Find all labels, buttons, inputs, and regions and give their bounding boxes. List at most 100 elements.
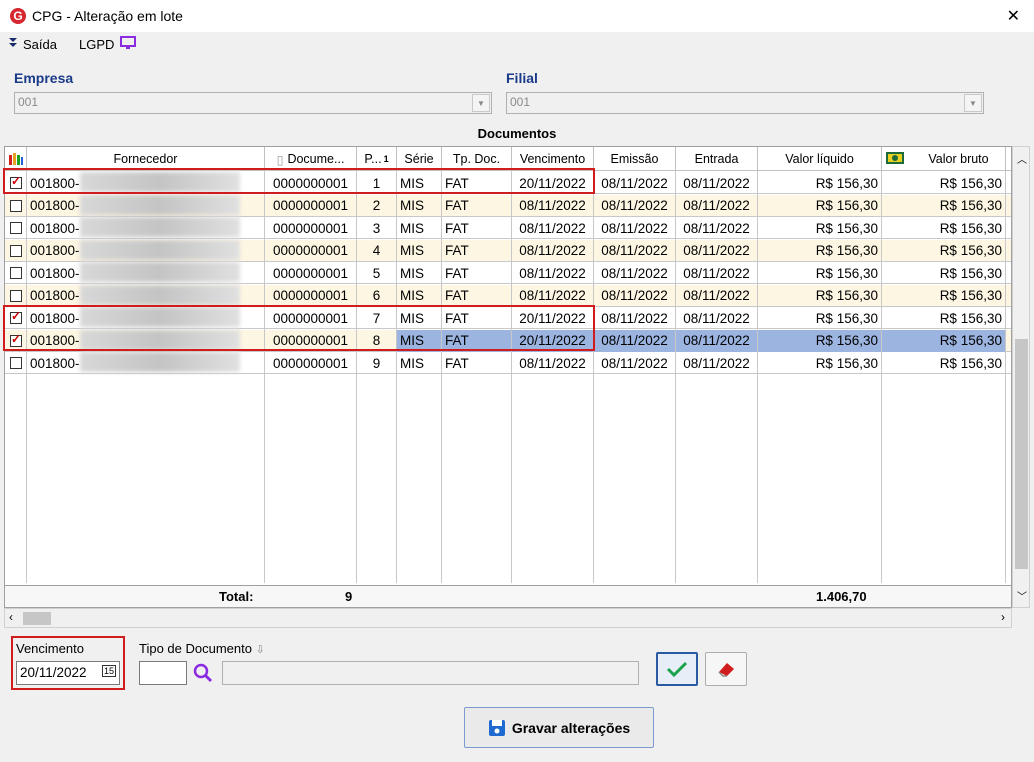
cell-documento[interactable]: 0000000001 (265, 239, 357, 262)
cell-emissao[interactable]: 08/11/2022 (594, 239, 676, 262)
row-checkbox[interactable] (10, 174, 22, 189)
row-checkbox[interactable] (10, 222, 22, 234)
col-serie[interactable]: Série (397, 147, 442, 171)
chevron-down-icon[interactable]: ▼ (472, 94, 490, 112)
cell-valor-liquido[interactable]: R$ 156,30 (758, 194, 882, 217)
cell-entrada[interactable]: 08/11/2022 (676, 194, 758, 217)
row-select-cell[interactable] (5, 262, 27, 284)
scroll-right-icon[interactable]: › (1001, 610, 1005, 624)
cell-valor-bruto[interactable]: R$ 156,30 (882, 194, 1006, 217)
cell-vencimento[interactable]: 08/11/2022 (512, 217, 594, 239)
row-checkbox[interactable] (10, 199, 22, 212)
row-checkbox[interactable] (10, 267, 22, 279)
scroll-down-icon[interactable]: ﹀ (1017, 588, 1027, 603)
cell-tipo[interactable]: FAT (442, 172, 512, 194)
table-row[interactable]: 001800- 0000000001 6 MIS FAT 08/11/2022 08/11/… (5, 284, 1011, 307)
cell-valor-bruto[interactable]: R$ 156,30 (882, 352, 1006, 374)
cell-emissao[interactable]: 08/11/2022 (594, 262, 676, 284)
col-fornecedor[interactable]: Fornecedor (27, 147, 265, 171)
cell-emissao[interactable]: 08/11/2022 (594, 194, 676, 217)
apply-button[interactable] (656, 652, 698, 686)
cell-valor-liquido[interactable]: R$ 156,30 (758, 262, 882, 284)
cell-serie[interactable]: MIS (397, 172, 442, 194)
cell-tipo[interactable]: FAT (442, 284, 512, 307)
row-select-cell[interactable] (5, 194, 27, 217)
cell-valor-bruto[interactable]: R$ 156,30 (882, 307, 1006, 329)
chevron-down-icon[interactable]: ▼ (964, 94, 982, 112)
cell-parcela[interactable]: 8 (357, 329, 397, 352)
cell-vencimento[interactable]: 08/11/2022 (512, 194, 594, 217)
cell-documento[interactable]: 0000000001 (265, 352, 357, 374)
col-valor-bruto[interactable]: Valor bruto (882, 147, 1006, 171)
cell-valor-liquido[interactable]: R$ 156,30 (758, 284, 882, 307)
col-tipo[interactable]: Tp. Doc. (442, 147, 512, 171)
cell-vencimento[interactable]: 20/11/2022 (512, 172, 594, 194)
cell-valor-liquido[interactable]: R$ 156,30 (758, 329, 882, 352)
cell-parcela[interactable]: 1 (357, 172, 397, 194)
cell-parcela[interactable]: 6 (357, 284, 397, 307)
cell-tipo[interactable]: FAT (442, 262, 512, 284)
vertical-scrollbar[interactable]: ︿ ﹀ (1012, 146, 1030, 608)
table-row[interactable]: 001800-00000000011MISFAT20/11/202208/11/… (5, 172, 1011, 194)
cell-parcela[interactable]: 9 (357, 352, 397, 374)
filial-combo[interactable]: 001 ▼ (506, 92, 984, 114)
cell-serie[interactable]: MIS (397, 217, 442, 239)
cell-entrada[interactable]: 08/11/2022 (676, 217, 758, 239)
cell-valor-liquido[interactable]: R$ 156,30 (758, 172, 882, 194)
close-button[interactable]: ✕ (1007, 6, 1020, 26)
row-checkbox[interactable] (10, 309, 22, 324)
cell-valor-bruto[interactable]: R$ 156,30 (882, 217, 1006, 239)
cell-documento[interactable]: 0000000001 (265, 307, 357, 329)
cell-entrada[interactable]: 08/11/2022 (676, 172, 758, 194)
table-row[interactable]: 001800-00000000018MISFAT20/11/202208/11/… (5, 329, 1011, 352)
cell-entrada[interactable]: 08/11/2022 (676, 329, 758, 352)
cell-documento[interactable]: 0000000001 (265, 262, 357, 284)
cell-entrada[interactable]: 08/11/2022 (676, 262, 758, 284)
cell-serie[interactable]: MIS (397, 307, 442, 329)
cell-parcela[interactable]: 4 (357, 239, 397, 262)
cell-entrada[interactable]: 08/11/2022 (676, 239, 758, 262)
cell-valor-bruto[interactable]: R$ 156,30 (882, 284, 1006, 307)
col-parcela[interactable]: P... 1 (357, 147, 397, 171)
row-checkbox[interactable] (10, 244, 22, 257)
table-row[interactable]: 001800- 0000000001 2 MIS FAT 08/11/2022 08/11/… (5, 194, 1011, 217)
cell-emissao[interactable]: 08/11/2022 (594, 284, 676, 307)
vencimento-input[interactable]: 20/11/2022 15 (16, 661, 120, 685)
row-select-cell[interactable] (5, 284, 27, 307)
clear-button[interactable] (705, 652, 747, 686)
col-vencimento[interactable]: Vencimento (512, 147, 594, 171)
cell-vencimento[interactable]: 08/11/2022 (512, 352, 594, 374)
cell-serie[interactable]: MIS (397, 284, 442, 307)
cell-serie[interactable]: MIS (397, 239, 442, 262)
cell-valor-bruto[interactable]: R$ 156,30 (882, 329, 1006, 352)
cell-tipo[interactable]: FAT (442, 352, 512, 374)
calendar-icon[interactable]: 15 (101, 665, 116, 677)
cell-valor-liquido[interactable]: R$ 156,30 (758, 307, 882, 329)
table-row[interactable]: 001800- 0000000001 4 MIS FAT 08/11/2022 08/11/… (5, 239, 1011, 262)
cell-valor-bruto[interactable]: R$ 156,30 (882, 239, 1006, 262)
cell-entrada[interactable]: 08/11/2022 (676, 307, 758, 329)
cell-tipo[interactable]: FAT (442, 329, 512, 352)
scroll-left-icon[interactable]: ‹ (9, 610, 13, 624)
empresa-combo[interactable]: 001 ▼ (14, 92, 492, 114)
select-column-header[interactable] (5, 147, 27, 171)
cell-vencimento[interactable]: 08/11/2022 (512, 262, 594, 284)
cell-valor-liquido[interactable]: R$ 156,30 (758, 352, 882, 374)
cell-documento[interactable]: 0000000001 (265, 194, 357, 217)
scroll-up-icon[interactable]: ︿ (1017, 151, 1027, 166)
col-entrada[interactable]: Entrada (676, 147, 758, 171)
cell-emissao[interactable]: 08/11/2022 (594, 329, 676, 352)
cell-serie[interactable]: MIS (397, 194, 442, 217)
row-checkbox[interactable] (10, 332, 22, 347)
cell-vencimento[interactable]: 20/11/2022 (512, 307, 594, 329)
cell-emissao[interactable]: 08/11/2022 (594, 307, 676, 329)
cell-emissao[interactable]: 08/11/2022 (594, 352, 676, 374)
table-row[interactable]: 001800-00000000017MISFAT20/11/202208/11/… (5, 307, 1011, 329)
cell-vencimento[interactable]: 20/11/2022 (512, 329, 594, 352)
col-emissao[interactable]: Emissão (594, 147, 676, 171)
row-checkbox[interactable] (10, 289, 22, 302)
cell-parcela[interactable]: 2 (357, 194, 397, 217)
cell-serie[interactable]: MIS (397, 352, 442, 374)
scroll-thumb[interactable] (1015, 339, 1028, 569)
row-select-cell[interactable] (5, 239, 27, 262)
